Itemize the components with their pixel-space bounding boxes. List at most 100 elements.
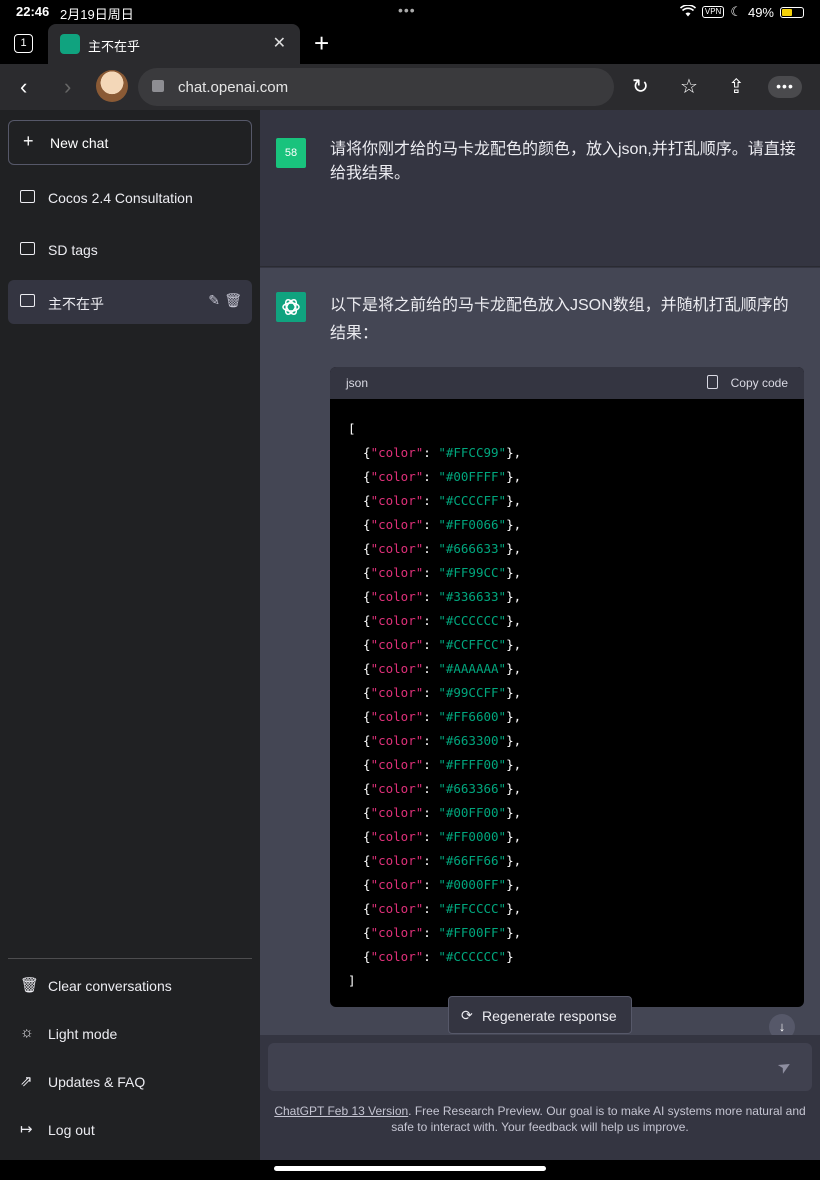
chat-bubble-icon [20,242,35,255]
code-brace: }, [506,589,522,604]
code-colon: : [423,949,439,964]
code-key: "color" [370,949,424,964]
version-link[interactable]: ChatGPT Feb 13 Version [274,1104,408,1118]
code-colon: : [423,661,439,676]
moon-icon: ☾ [730,4,742,19]
url-text: chat.openai.com [178,79,289,96]
code-brace: }, [506,517,522,532]
code-key: "color" [370,469,424,484]
code-value: "#0000FF" [438,877,507,892]
code-key: "color" [370,853,424,868]
home-indicator[interactable] [274,1166,546,1171]
code-colon: : [423,925,439,940]
conversation-item[interactable]: Cocos 2.4 Consultation [8,176,252,220]
code-colon: : [423,517,439,532]
close-tab-icon[interactable]: ✕ [273,33,286,53]
edit-icon[interactable]: ✎ [208,292,220,309]
code-line: {"color": "#FFCC99"}, [348,441,786,465]
chat-main: 58 请将你刚才给的马卡龙配色的颜色，放入json,并打乱顺序。请直接给我结果。… [260,110,820,1160]
code-line: {"color": "#FF0000"}, [348,825,786,849]
sun-icon: ☼ [20,1024,34,1041]
code-brace: }, [506,661,522,676]
browser-tab[interactable]: 主不在乎 ✕ [48,24,300,64]
new-chat-label: New chat [50,135,109,151]
code-value: "#AAAAAA" [438,661,507,676]
code-line-open: [ [348,421,356,436]
code-brace: }, [506,613,522,628]
code-brace: }, [506,469,522,484]
chevron-left-icon[interactable]: ‹ [20,74,27,100]
copy-code-button[interactable]: Copy code [731,376,788,390]
more-icon[interactable]: ••• [768,76,802,98]
new-chat-button[interactable]: + New chat [8,120,252,165]
multitasking-dots-icon[interactable]: ••• [398,2,416,18]
code-content: [ {"color": "#FFCC99"}, {"color": "#00FF… [330,399,804,1007]
code-colon: : [423,541,439,556]
address-bar[interactable]: chat.openai.com [138,68,614,106]
code-line: {"color": "#FF6600"}, [348,705,786,729]
code-brace: { [348,805,371,820]
code-key: "color" [370,445,424,460]
code-line: {"color": "#FFFF00"}, [348,753,786,777]
clear-conversations-button[interactable]: 🗑 Clear conversations [8,964,252,1008]
code-line: {"color": "#00FFFF"}, [348,465,786,489]
code-key: "color" [370,589,424,604]
status-time: 22:46 [16,4,50,19]
code-value: "#336633" [438,589,507,604]
favorites-icon[interactable]: ☆ [680,74,698,99]
share-icon[interactable]: ⇪ [728,74,745,99]
plus-icon: + [23,131,34,151]
code-colon: : [423,709,439,724]
profile-avatar[interactable] [96,70,128,102]
conversation-item[interactable]: SD tags [8,228,252,272]
code-line: {"color": "#0000FF"}, [348,873,786,897]
tab-count-button[interactable]: 1 [14,34,33,53]
code-brace: { [348,949,371,964]
code-colon: : [423,805,439,820]
code-colon: : [423,901,439,916]
code-brace: }, [506,709,522,724]
log-out-button[interactable]: ↦ Log out [8,1108,252,1152]
code-brace: { [348,589,371,604]
code-brace: { [348,661,371,676]
code-colon: : [423,637,439,652]
trash-icon: 🗑 [20,977,40,994]
chevron-right-icon[interactable]: › [64,74,71,100]
code-value: "#FFCC99" [438,445,507,460]
code-brace: }, [506,541,522,556]
code-key: "color" [370,541,424,556]
code-block: json Copy code [ {"color": "#FFCC99"}, {… [330,367,804,1007]
code-key: "color" [370,685,424,700]
code-value: "#FF0000" [438,829,507,844]
new-tab-button[interactable]: + [314,28,329,59]
message-input[interactable] [268,1043,812,1091]
wifi-icon [679,3,696,20]
conversation-item-active[interactable]: 主不在乎 ✎ 🗑 [8,280,252,324]
code-line: {"color": "#663366"}, [348,777,786,801]
user-message: 58 请将你刚才给的马卡龙配色的颜色，放入json,并打乱顺序。请直接给我结果。 [260,110,820,267]
external-link-icon: ⇗ [20,1073,33,1090]
code-value: "#CCCCCC" [438,949,507,964]
trash-icon[interactable]: 🗑 [224,292,242,309]
code-value: "#FF0066" [438,517,507,532]
code-key: "color" [370,757,424,772]
user-avatar: 58 [276,138,306,168]
refresh-icon: ⟳ [461,1007,473,1023]
code-value: "#666633" [438,541,507,556]
code-colon: : [423,829,439,844]
code-line: {"color": "#66FF66"}, [348,849,786,873]
code-key: "color" [370,925,424,940]
chat-bubble-icon [20,190,35,203]
regenerate-response-button[interactable]: ⟳ Regenerate response [448,996,632,1034]
code-language: json [346,376,369,390]
code-value: "#CCCCFF" [438,493,507,508]
code-key: "color" [370,829,424,844]
status-right: VPN ☾ 49% [679,3,804,20]
code-brace: } [506,949,514,964]
updates-faq-link[interactable]: ⇗ Updates & FAQ [8,1060,252,1104]
updates-faq-label: Updates & FAQ [48,1074,146,1090]
code-brace: { [348,517,371,532]
reload-icon[interactable]: ↻ [632,74,649,99]
chatgpt-favicon-icon [60,34,80,54]
light-mode-button[interactable]: ☼ Light mode [8,1012,252,1056]
